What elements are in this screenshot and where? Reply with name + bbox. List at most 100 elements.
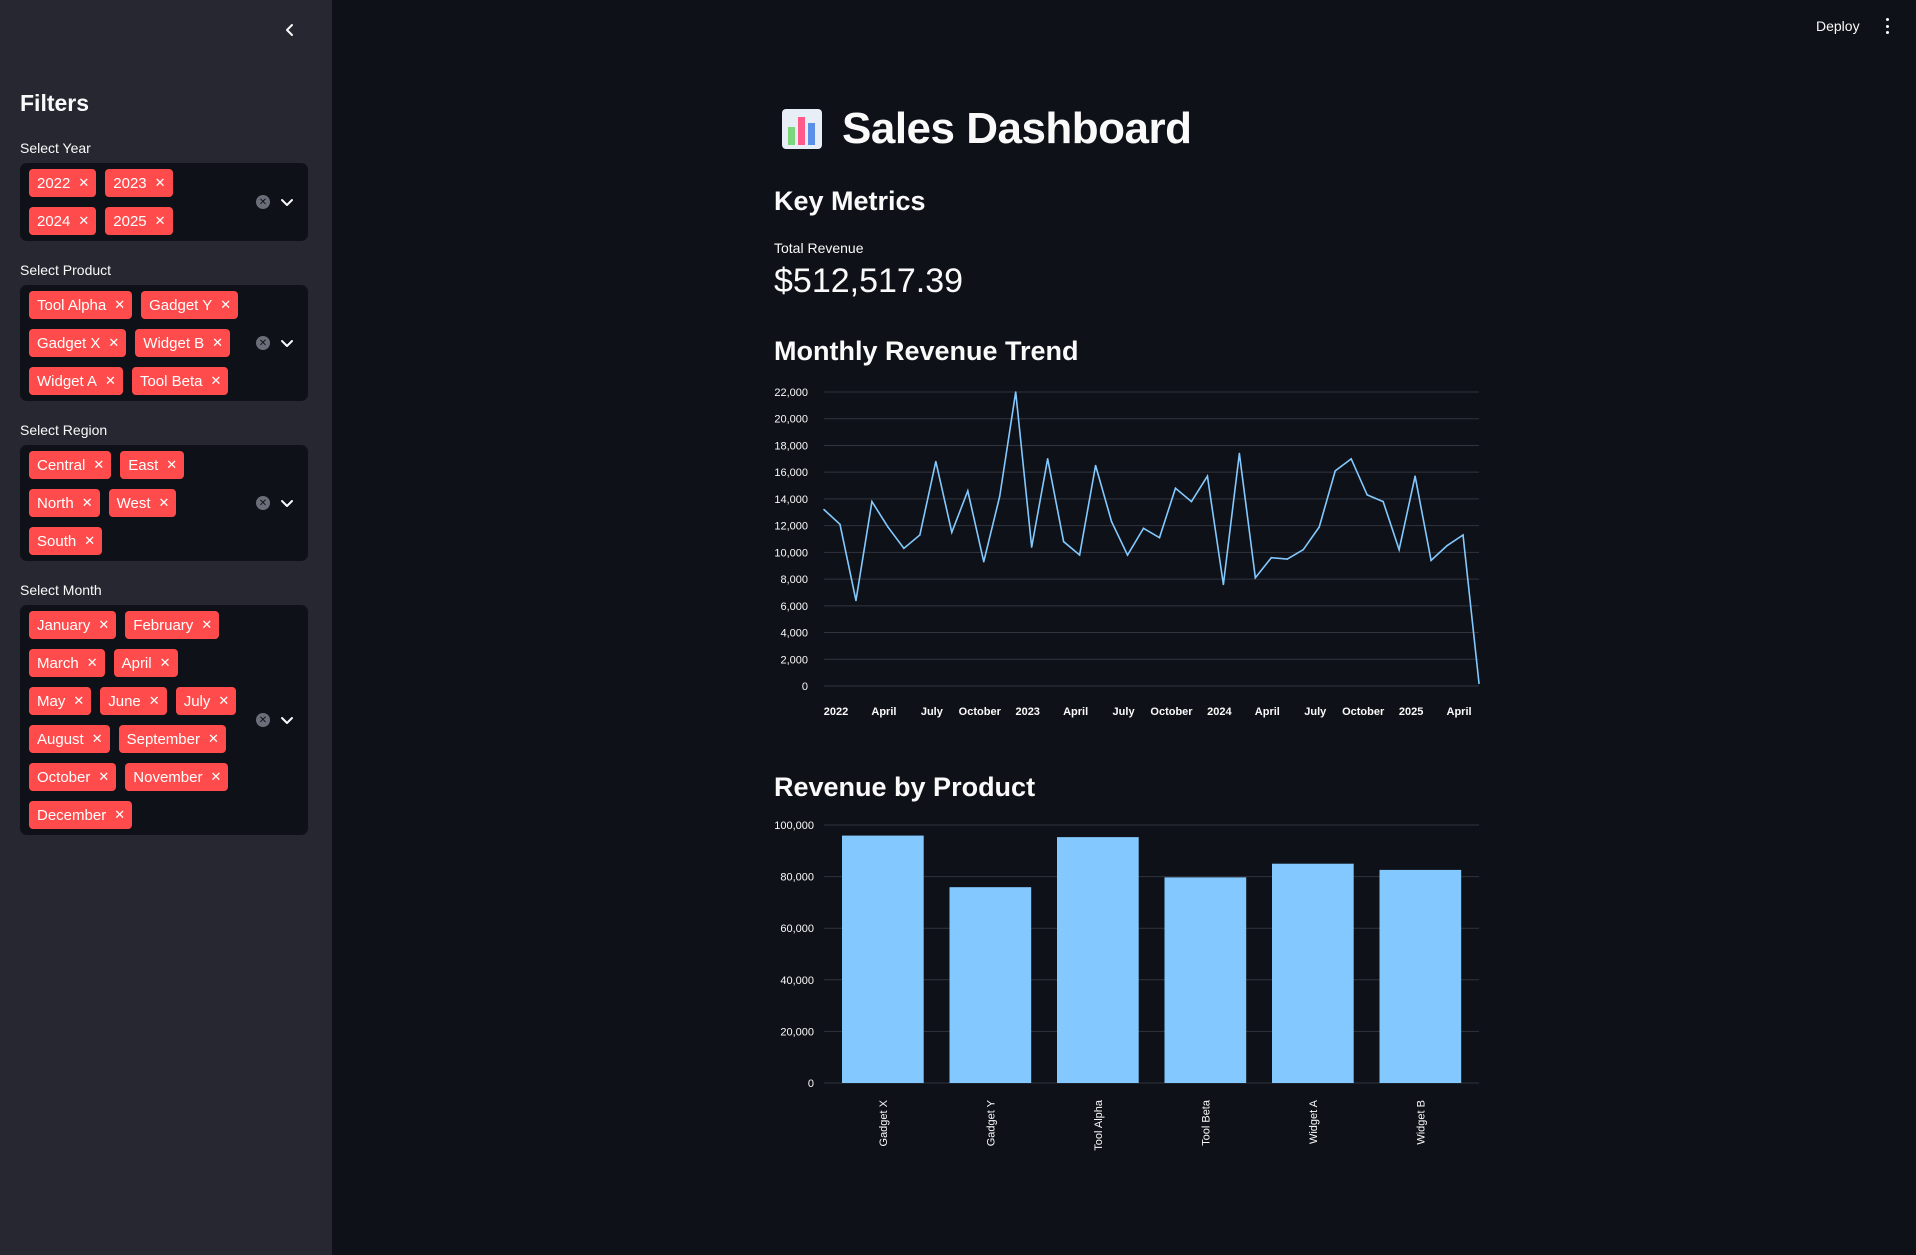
data-point	[1398, 548, 1400, 551]
chevron-left-icon	[286, 24, 293, 36]
remove-tag-icon[interactable]: ✕	[218, 693, 229, 709]
remove-tag-icon[interactable]: ✕	[149, 693, 160, 709]
y-tick-label: 18,000	[774, 440, 808, 452]
remove-tag-icon[interactable]: ✕	[87, 655, 98, 671]
y-tick-label: 40,000	[780, 975, 814, 987]
remove-tag-icon[interactable]: ✕	[78, 175, 89, 191]
chevron-down-icon[interactable]	[280, 336, 294, 350]
remove-tag-icon[interactable]: ✕	[220, 297, 231, 313]
x-category-label: Tool Alpha	[1093, 1099, 1105, 1151]
month-tag: July ✕	[175, 687, 237, 715]
y-tick-label: 14,000	[774, 494, 808, 506]
main-menu-icon[interactable]	[1880, 16, 1894, 36]
data-point	[1254, 576, 1257, 579]
bar	[1164, 877, 1247, 1083]
month-tag: January ✕	[29, 611, 117, 639]
tag-label: Tool Beta	[139, 372, 203, 390]
tag-label: October	[37, 768, 91, 786]
remove-tag-icon[interactable]: ✕	[155, 175, 166, 191]
remove-tag-icon[interactable]: ✕	[84, 533, 95, 549]
remove-tag-icon[interactable]: ✕	[92, 731, 103, 747]
tag-label: East	[128, 456, 159, 474]
data-point	[1094, 464, 1097, 467]
tag-label: February	[133, 616, 194, 634]
remove-tag-icon[interactable]: ✕	[166, 457, 177, 473]
data-point	[1190, 500, 1193, 503]
x-tick-label: April	[1063, 706, 1088, 718]
remove-tag-icon[interactable]: ✕	[105, 373, 116, 389]
collapse-sidebar-button[interactable]	[278, 18, 302, 42]
x-tick-label: April	[1447, 706, 1472, 718]
bar	[949, 887, 1032, 1083]
clear-all-icon[interactable]: ✕	[256, 336, 270, 350]
data-point	[1014, 391, 1017, 393]
remove-tag-icon[interactable]: ✕	[98, 769, 109, 785]
chevron-down-icon[interactable]	[280, 713, 294, 727]
revenue-line	[823, 391, 1480, 684]
remove-tag-icon[interactable]: ✕	[82, 495, 93, 511]
remove-tag-icon[interactable]: ✕	[210, 769, 221, 785]
remove-tag-icon[interactable]: ✕	[114, 297, 125, 313]
remove-tag-icon[interactable]: ✕	[108, 335, 119, 351]
product-tag: Tool Beta ✕	[131, 367, 229, 395]
tag-label: South	[37, 532, 77, 550]
clear-all-icon[interactable]: ✕	[256, 496, 270, 510]
remove-tag-icon[interactable]: ✕	[210, 373, 221, 389]
remove-tag-icon[interactable]: ✕	[160, 655, 171, 671]
tag-label: 2022	[37, 174, 71, 192]
data-point	[1046, 458, 1049, 460]
metric-value: $512,517.39	[774, 262, 964, 300]
x-tick-label: July	[1304, 706, 1327, 718]
data-point	[855, 599, 857, 602]
metric-label: Total Revenue	[774, 240, 864, 256]
data-point	[1446, 544, 1448, 547]
month-tag: September ✕	[118, 725, 226, 753]
x-category-label: Tool Beta	[1200, 1099, 1212, 1146]
remove-tag-icon[interactable]: ✕	[98, 617, 109, 633]
data-point	[839, 523, 841, 526]
data-point	[966, 490, 969, 492]
sidebar: Filters Select Year 2022 ✕ 2023 ✕ 2024 ✕ 2025 ✕…	[0, 0, 332, 1255]
deploy-button[interactable]: Deploy	[1816, 18, 1860, 34]
month-tag: February ✕	[125, 611, 220, 639]
x-tick-label: 2025	[1399, 706, 1423, 718]
remove-tag-icon[interactable]: ✕	[93, 457, 104, 473]
data-point	[871, 500, 873, 503]
data-point	[903, 547, 905, 550]
product-filter-label: Select Product	[20, 262, 112, 278]
region-tag: South ✕	[29, 527, 103, 555]
chevron-down-icon[interactable]	[280, 195, 294, 209]
month-tag: December ✕	[29, 801, 133, 829]
remove-tag-icon[interactable]: ✕	[155, 213, 166, 229]
remove-tag-icon[interactable]: ✕	[212, 335, 223, 351]
x-tick-label: October	[1150, 706, 1193, 718]
data-point	[1334, 470, 1337, 472]
month-tag: August ✕	[29, 725, 110, 753]
clear-all-icon[interactable]: ✕	[256, 195, 270, 209]
tag-label: June	[108, 692, 141, 710]
data-point	[1478, 682, 1480, 685]
remove-tag-icon[interactable]: ✕	[78, 213, 89, 229]
y-tick-label: 22,000	[774, 387, 808, 399]
clear-all-icon[interactable]: ✕	[256, 713, 270, 727]
region-tag: Central ✕	[29, 451, 112, 479]
year-tag: 2025 ✕	[105, 207, 173, 235]
remove-tag-icon[interactable]: ✕	[208, 731, 219, 747]
remove-tag-icon[interactable]: ✕	[73, 693, 84, 709]
data-point	[1062, 540, 1065, 543]
product-tags: Tool Alpha ✕ Gadget Y ✕ Gadget X ✕ Widget B ✕ Wi…	[29, 291, 251, 405]
month-multiselect[interactable]: January ✕ February ✕ March ✕ April ✕ May ✕ June ✕ Ju…	[20, 605, 308, 835]
sidebar-title: Filters	[20, 90, 90, 116]
chevron-down-icon[interactable]	[280, 496, 294, 510]
remove-tag-icon[interactable]: ✕	[114, 807, 125, 823]
region-multiselect[interactable]: Central ✕ East ✕ North ✕ West ✕ South ✕ ✕	[20, 445, 308, 561]
x-tick-label: October	[1342, 706, 1385, 718]
y-tick-label: 2,000	[780, 654, 808, 666]
year-tag: 2023 ✕	[105, 169, 173, 197]
remove-tag-icon[interactable]: ✕	[159, 495, 170, 511]
y-tick-label: 16,000	[774, 467, 808, 479]
data-point	[1158, 536, 1161, 539]
remove-tag-icon[interactable]: ✕	[201, 617, 212, 633]
year-multiselect[interactable]: 2022 ✕ 2023 ✕ 2024 ✕ 2025 ✕ ✕	[20, 163, 308, 241]
product-multiselect[interactable]: Tool Alpha ✕ Gadget Y ✕ Gadget X ✕ Widget B ✕ Wi…	[20, 285, 308, 401]
